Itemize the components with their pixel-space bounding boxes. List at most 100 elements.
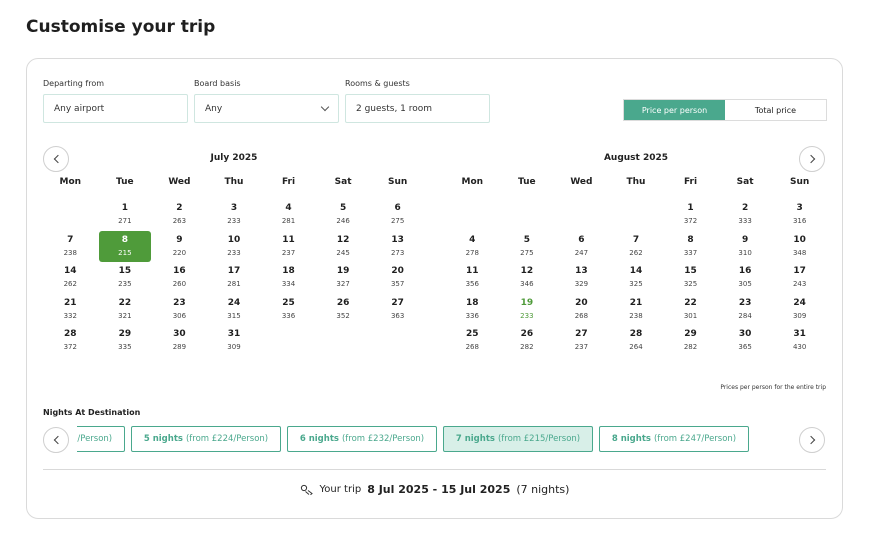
day-cell[interactable]: 27 363 [370, 294, 425, 326]
day-cell[interactable]: 22 321 [98, 294, 153, 326]
day-cell[interactable]: 14 325 [609, 262, 664, 294]
day-cell[interactable]: 10 233 [207, 231, 262, 263]
day-cell[interactable]: 20 268 [554, 294, 609, 326]
day-cell[interactable]: 18 334 [261, 262, 316, 294]
day-number: 21 [629, 297, 643, 308]
day-cell[interactable]: 13 329 [554, 262, 609, 294]
day-cell[interactable]: 26 282 [500, 325, 555, 357]
day-number: 16 [173, 266, 186, 276]
day-cell[interactable]: 15 325 [663, 262, 718, 294]
day-cell-selected[interactable]: 8 215 [98, 230, 152, 262]
day-cell[interactable]: 15 235 [98, 262, 153, 294]
day-cell[interactable]: 24 309 [772, 294, 827, 326]
nights-option[interactable]: 4 nights(from £151/Person) [77, 426, 125, 452]
day-cell[interactable]: 29 335 [98, 325, 153, 357]
day-cell[interactable]: 9 310 [718, 231, 773, 263]
day-price: 356 [465, 280, 479, 288]
day-cell[interactable]: 12 245 [316, 231, 371, 263]
day-cell[interactable]: 14 262 [43, 262, 98, 294]
day-cell[interactable]: 19 233 [500, 294, 555, 326]
day-cell[interactable]: 26 352 [316, 294, 371, 326]
day-cell[interactable]: 1 372 [663, 199, 718, 231]
day-cell[interactable]: 31 430 [772, 325, 827, 357]
plane-route-icon [300, 484, 313, 495]
day-cell[interactable]: 31 309 [207, 325, 262, 357]
day-cell[interactable]: 11 237 [261, 231, 316, 263]
nights-option[interactable]: 8 nights (from £247/Person) [599, 426, 749, 452]
day-cell[interactable]: 11 356 [445, 262, 500, 294]
day-number: 4 [285, 203, 292, 213]
day-cell[interactable]: 29 282 [663, 325, 718, 357]
day-cell[interactable]: 21 332 [43, 294, 98, 326]
day-cell[interactable]: 4 278 [445, 231, 500, 263]
day-cell[interactable]: 17 281 [207, 262, 262, 294]
board-basis-label: Board basis [194, 79, 241, 88]
day-cell[interactable]: 17 243 [772, 262, 827, 294]
day-cell[interactable]: 30 365 [718, 325, 773, 357]
trip-label: Your trip [319, 484, 362, 495]
day-cell[interactable]: 2 263 [152, 199, 207, 231]
day-cell[interactable]: 6 275 [370, 199, 425, 231]
departing-label: Departing from [43, 79, 105, 88]
nights-prev-button[interactable] [43, 427, 69, 453]
day-cell[interactable]: 9 220 [152, 231, 207, 263]
day-number: 19 [520, 297, 534, 308]
day-cell[interactable]: 16 260 [152, 262, 207, 294]
day-cell[interactable]: 21 238 [609, 294, 664, 326]
day-cell[interactable]: 28 372 [43, 325, 98, 357]
total-price-button[interactable]: Total price [725, 100, 826, 120]
nights-option[interactable]: 5 nights (from £224/Person) [131, 426, 281, 452]
day-price: 264 [629, 343, 643, 351]
day-cell[interactable]: 6 247 [554, 231, 609, 263]
day-grid: 1 372 2 333 3 316 4 278 5 275 6 247 7 262 8 337 9 310 10 34… [445, 199, 827, 357]
day-cell[interactable]: 13 273 [370, 231, 425, 263]
day-price: 337 [683, 248, 698, 257]
day-cell[interactable]: 12 346 [500, 262, 555, 294]
day-cell[interactable]: 1 271 [98, 199, 153, 231]
day-cell[interactable]: 10 348 [772, 231, 827, 263]
day-cell[interactable]: 27 237 [554, 325, 609, 357]
day-cell[interactable]: 28 264 [609, 325, 664, 357]
day-cell[interactable]: 30 289 [152, 325, 207, 357]
day-price: 282 [683, 343, 698, 351]
day-number: 9 [176, 234, 183, 245]
day-cell[interactable]: 20 357 [370, 262, 425, 294]
day-cell[interactable]: 7 238 [43, 231, 98, 263]
day-cell[interactable]: 3 316 [772, 199, 827, 231]
day-cell[interactable]: 25 336 [261, 294, 316, 326]
day-number: 29 [118, 329, 132, 339]
board-basis-select[interactable]: Any [194, 94, 339, 123]
day-number: 5 [339, 203, 347, 213]
nights-count: 8 nights [611, 434, 651, 444]
day-cell[interactable]: 23 284 [718, 294, 773, 326]
departing-input[interactable]: Any airport [43, 94, 188, 123]
day-cell[interactable]: 5 275 [500, 231, 555, 263]
day-cell[interactable]: 3 233 [207, 199, 262, 231]
day-number: 10 [793, 234, 806, 245]
price-toggle: Price per person Total price [623, 99, 827, 121]
day-cell[interactable]: 16 305 [718, 262, 773, 294]
day-cell[interactable]: 8 337 [663, 231, 718, 263]
chevron-left-icon [53, 435, 62, 445]
weekday-label: Tue [116, 177, 134, 187]
day-cell[interactable]: 4 281 [261, 199, 316, 231]
day-price: 284 [738, 311, 752, 320]
rooms-guests-input[interactable]: 2 guests, 1 room [345, 94, 490, 123]
day-number: 5 [523, 234, 530, 245]
trip-customiser-card: Departing from Any airport Board basis A… [26, 58, 843, 519]
day-cell[interactable]: 23 306 [152, 294, 207, 326]
day-cell[interactable]: 22 301 [663, 294, 718, 326]
day-cell[interactable]: 25 268 [445, 325, 500, 357]
day-cell[interactable]: 19 327 [316, 262, 371, 294]
day-cell[interactable]: 2 333 [718, 199, 773, 231]
price-per-person-button[interactable]: Price per person [624, 100, 725, 120]
day-number: 22 [118, 297, 132, 308]
nights-option[interactable]: 6 nights (from £232/Person) [287, 426, 437, 452]
nights-option[interactable]: 7 nights (from £215/Person) [443, 426, 593, 452]
weekday-label: Thu [224, 177, 244, 187]
day-cell[interactable]: 18 336 [445, 294, 500, 326]
day-cell[interactable]: 7 262 [609, 231, 664, 263]
nights-next-button[interactable] [799, 427, 825, 453]
day-cell[interactable]: 24 315 [207, 294, 262, 326]
day-cell[interactable]: 5 246 [316, 199, 371, 231]
